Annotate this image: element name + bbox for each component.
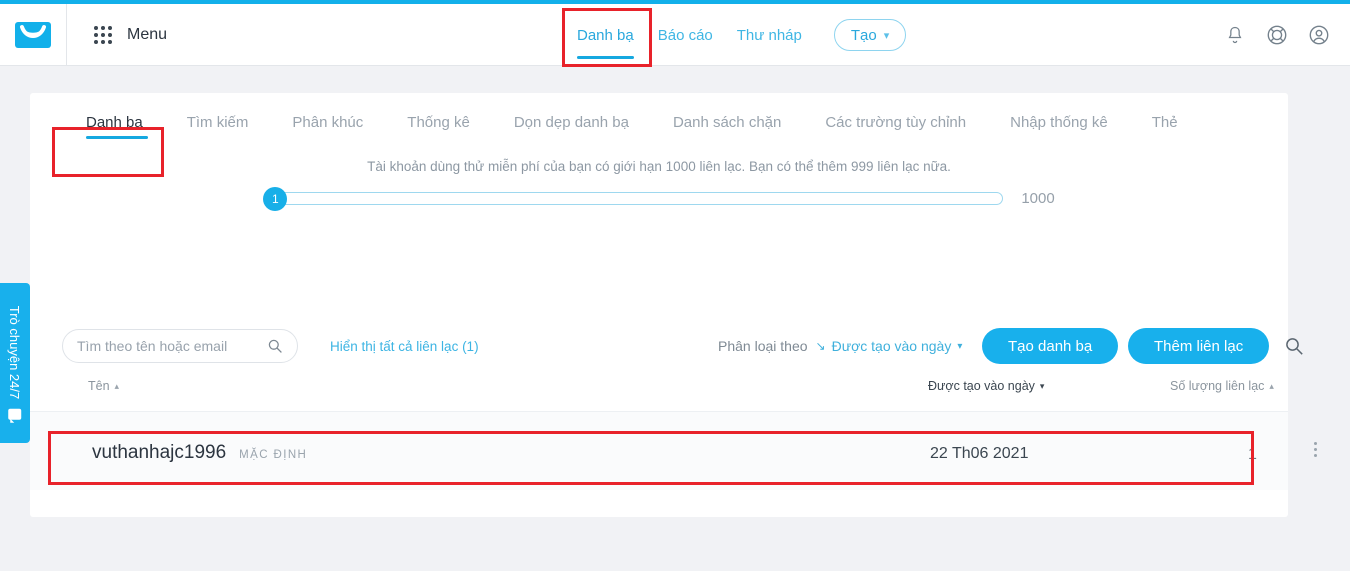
tab-don-dep-danh-ba[interactable]: Dọn dẹp danh bạ — [492, 93, 651, 151]
tab-the[interactable]: Thẻ — [1130, 93, 1200, 151]
card-tabs: Danh bạ Tìm kiếm Phân khúc Thống kê Dọn … — [30, 93, 1288, 151]
contact-list-name[interactable]: vuthanhajc1996 — [92, 442, 226, 464]
column-header-name[interactable]: Tên ▴ — [88, 379, 119, 393]
contacts-toolbar: Hiển thị tất cả liên lạc (1) Phân loại t… — [30, 315, 1303, 377]
quota-slider: 1 1000 — [30, 186, 1288, 211]
search-icon[interactable] — [267, 338, 283, 354]
arrow-down-right-icon: ↘ — [815, 339, 826, 353]
show-all-contacts-link[interactable]: Hiển thị tất cả liên lạc (1) — [330, 339, 479, 354]
search-input[interactable] — [77, 338, 267, 354]
quota-slider-rail[interactable]: 1 — [263, 186, 1004, 211]
create-list-button[interactable]: Tạo danh bạ — [982, 328, 1119, 364]
kebab-menu-icon[interactable] — [1314, 442, 1317, 457]
sort-asc-icon: ▴ — [114, 380, 120, 391]
header-right-icons — [1222, 4, 1332, 66]
tab-danh-sach-chan[interactable]: Danh sách chặn — [651, 93, 803, 151]
menu-group[interactable]: Menu — [93, 25, 167, 45]
nav-item-drafts[interactable]: Thư nháp — [725, 4, 814, 66]
user-avatar-icon[interactable] — [1306, 22, 1332, 48]
bell-icon[interactable] — [1222, 22, 1248, 48]
app-root: Menu Danh bạ Báo cáo Thư nháp Tạo ▾ Danh… — [0, 0, 1350, 571]
table-header: Tên ▴ Được tạo vào ngày ▾ Số lượng liên … — [30, 379, 1288, 409]
column-header-contact-count-label: Số lượng liên lạc — [1170, 379, 1265, 393]
row-contact-count-cell: 1 — [1248, 446, 1257, 463]
chat-bubble-icon — [8, 408, 22, 420]
tab-cac-truong-tuy-chinh[interactable]: Các trường tùy chỉnh — [803, 93, 988, 151]
sort-asc-icon: ▴ — [1269, 380, 1274, 391]
row-created-cell: 22 Th06 2021 — [930, 445, 1029, 462]
chevron-down-icon: ▾ — [883, 29, 890, 42]
search-icon[interactable] — [1284, 336, 1304, 356]
sort-group: Phân loại theo ↘ Được tạo vào ngày ▾ — [718, 338, 962, 354]
sort-dropdown[interactable]: ↘ Được tạo vào ngày ▾ — [816, 338, 963, 354]
envelope-logo-icon — [15, 21, 51, 48]
column-header-created-label: Được tạo vào ngày — [928, 379, 1035, 393]
tab-phan-khuc[interactable]: Phân khúc — [270, 93, 385, 151]
column-header-created[interactable]: Được tạo vào ngày ▾ — [928, 379, 1044, 393]
tab-tim-kiem[interactable]: Tìm kiếm — [165, 93, 271, 151]
column-header-contact-count[interactable]: Số lượng liên lạc ▴ — [1170, 379, 1274, 393]
tab-danh-ba[interactable]: Danh bạ — [68, 93, 165, 151]
live-chat-label: Trò chuyện 24/7 — [7, 305, 23, 399]
grid-apps-icon[interactable] — [93, 25, 113, 45]
quota-notice: Tài khoản dùng thử miễn phí của bạn có g… — [367, 159, 951, 174]
tab-nhap-thong-ke[interactable]: Nhập thống kê — [988, 93, 1130, 151]
contacts-card: Danh bạ Tìm kiếm Phân khúc Thống kê Dọn … — [30, 93, 1317, 517]
nav-item-reports[interactable]: Báo cáo — [646, 4, 725, 66]
status-badge: MẶC ĐỊNH — [239, 449, 308, 461]
live-chat-tab[interactable]: Trò chuyện 24/7 — [0, 283, 30, 443]
add-contact-button[interactable]: Thêm liên lạc — [1128, 328, 1270, 364]
quota-slider-thumb[interactable]: 1 — [263, 186, 288, 211]
chevron-down-icon: ▾ — [957, 340, 963, 352]
nav-item-contacts[interactable]: Danh bạ — [565, 4, 646, 66]
app-header: Menu Danh bạ Báo cáo Thư nháp Tạo ▾ — [0, 3, 1350, 66]
sort-desc-icon: ▾ — [1039, 380, 1045, 391]
lifebuoy-help-icon[interactable] — [1264, 22, 1290, 48]
table-row[interactable]: vuthanhajc1996 MẶC ĐỊNH 22 Th06 2021 1 — [30, 412, 1317, 490]
primary-nav: Danh bạ Báo cáo Thư nháp Tạo ▾ — [565, 4, 907, 66]
search-box[interactable] — [62, 329, 298, 363]
tab-thong-ke[interactable]: Thống kê — [385, 93, 492, 151]
sort-dropdown-value: Được tạo vào ngày — [831, 338, 952, 354]
row-name-cell: vuthanhajc1996 MẶC ĐỊNH — [92, 442, 307, 464]
live-chat-tab-inner: Trò chuyện 24/7 — [8, 305, 23, 420]
menu-label: Menu — [127, 25, 168, 43]
quota-slider-track — [273, 192, 1004, 205]
column-header-name-label: Tên — [88, 379, 110, 393]
logo-cell[interactable] — [0, 3, 67, 66]
sort-label: Phân loại theo — [718, 338, 808, 354]
quota-slider-max-label: 1000 — [1021, 190, 1055, 207]
create-button[interactable]: Tạo ▾ — [833, 19, 907, 51]
create-button-label: Tạo — [850, 26, 877, 44]
